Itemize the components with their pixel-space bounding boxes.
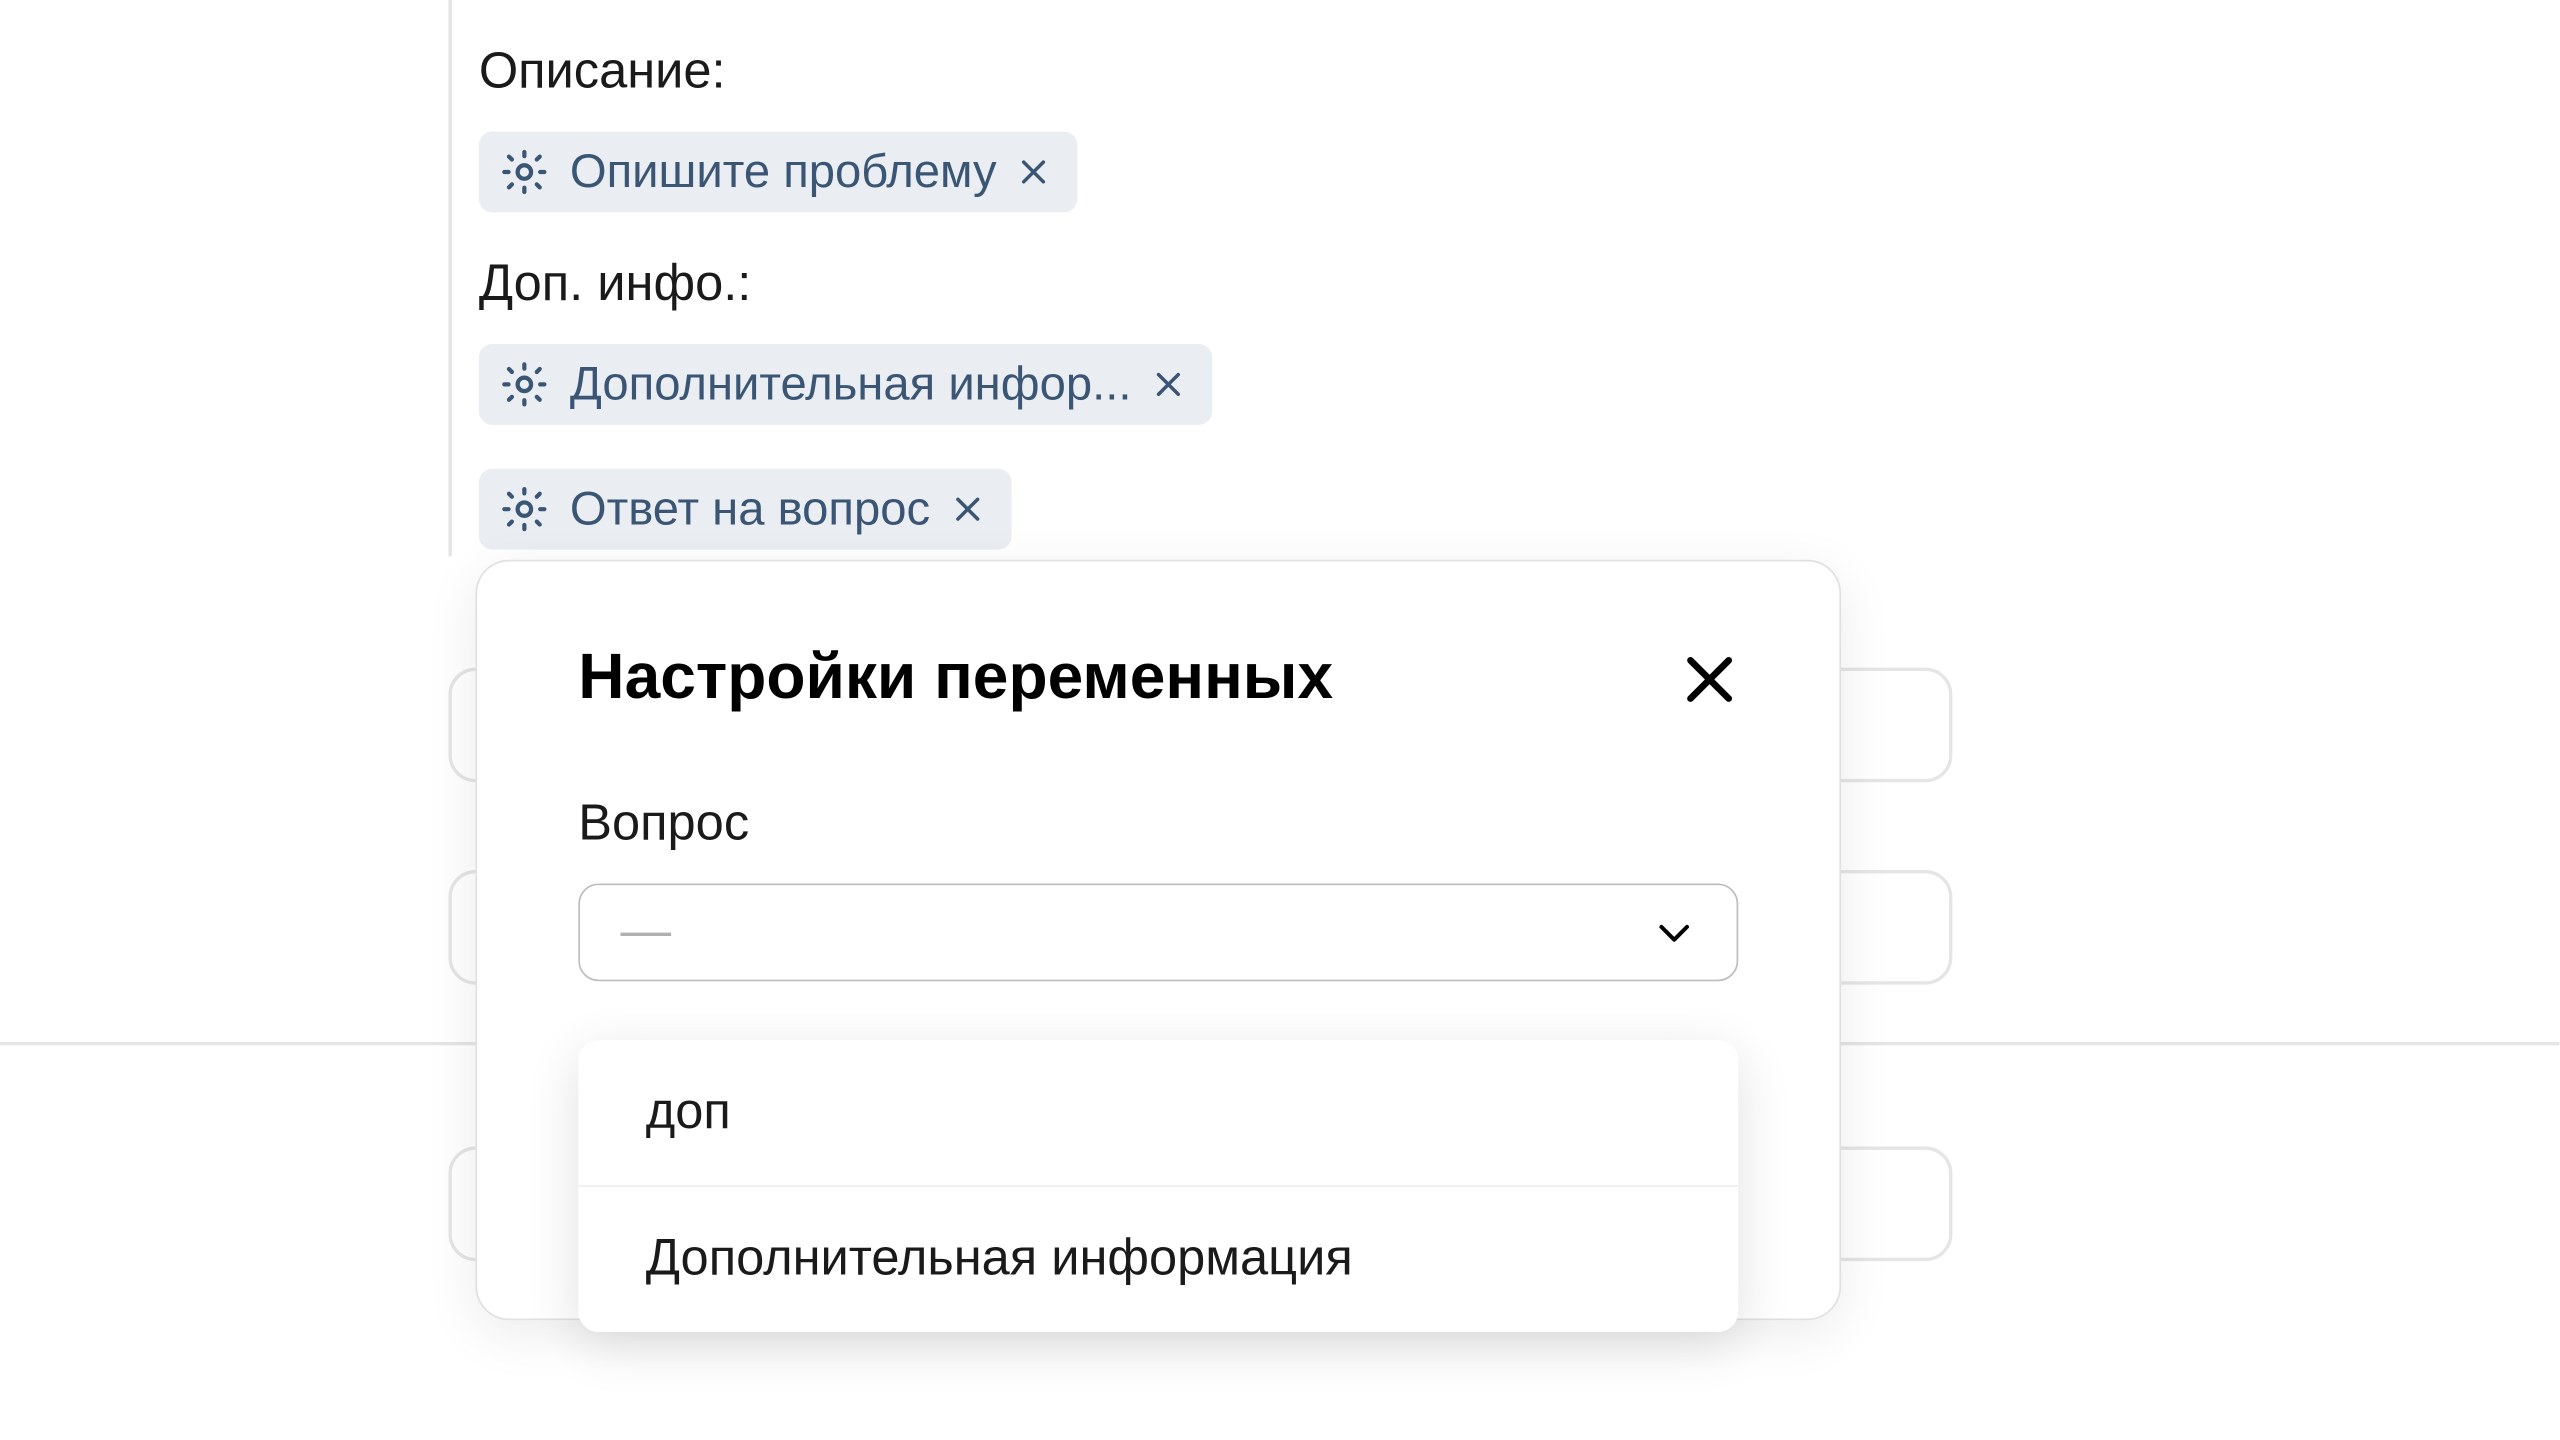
dropdown-option[interactable]: Дополнительная информация bbox=[578, 1187, 1738, 1332]
extra-info-label: Доп. инфо.: bbox=[479, 256, 1213, 313]
extra-info-chips-row: Дополнительная инфор... bbox=[479, 344, 1213, 425]
dropdown-option[interactable]: доп bbox=[578, 1040, 1738, 1187]
gear-icon[interactable] bbox=[499, 147, 550, 198]
question-select[interactable]: — bbox=[578, 883, 1738, 981]
variable-chip[interactable]: Дополнительная инфор... bbox=[479, 344, 1213, 425]
gear-icon[interactable] bbox=[499, 359, 550, 410]
extra-info-chips-row-2: Ответ на вопрос bbox=[479, 469, 1213, 550]
form-content: Описание: Опишите проблему Доп. инфо.: Д… bbox=[479, 44, 1213, 594]
variable-chip[interactable]: Опишите проблему bbox=[479, 132, 1078, 213]
chip-label: Дополнительная инфор... bbox=[570, 357, 1132, 411]
chip-label: Ответ на вопрос bbox=[570, 482, 930, 536]
description-chips-row: Опишите проблему bbox=[479, 132, 1213, 213]
remove-chip-icon[interactable] bbox=[950, 492, 984, 526]
chip-label: Опишите проблему bbox=[570, 145, 997, 199]
description-label: Описание: bbox=[479, 44, 1213, 101]
panel-left-border bbox=[448, 0, 451, 556]
question-dropdown: доп Дополнительная информация bbox=[578, 1040, 1738, 1332]
gear-icon[interactable] bbox=[499, 484, 550, 535]
close-icon[interactable] bbox=[1681, 650, 1738, 707]
remove-chip-icon[interactable] bbox=[1152, 368, 1186, 402]
variable-chip[interactable]: Ответ на вопрос bbox=[479, 469, 1011, 550]
select-placeholder: — bbox=[620, 904, 674, 961]
remove-chip-icon[interactable] bbox=[1017, 155, 1051, 189]
popover-title: Настройки переменных bbox=[578, 642, 1333, 714]
chevron-down-icon bbox=[1652, 910, 1696, 954]
popover-header: Настройки переменных bbox=[578, 642, 1738, 714]
question-field-label: Вопрос bbox=[578, 796, 1738, 853]
